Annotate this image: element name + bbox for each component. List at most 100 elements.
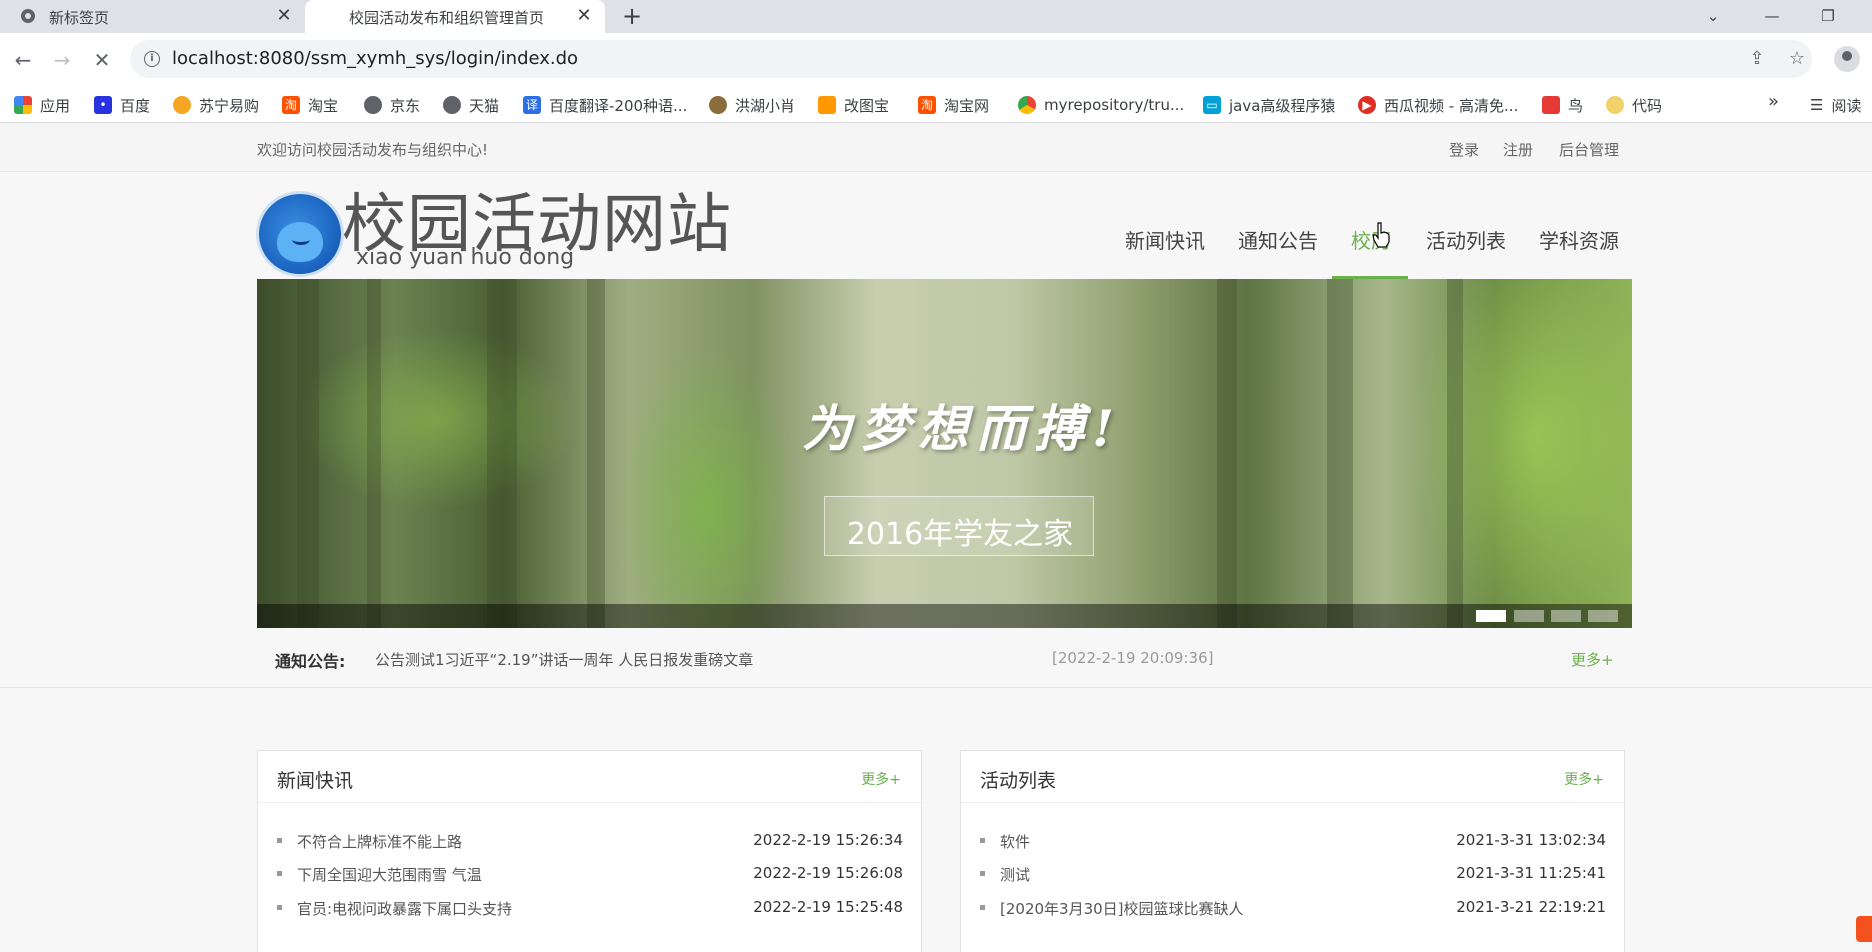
close-icon[interactable]: ✕ <box>573 5 595 27</box>
item-title[interactable]: 测试 <box>1000 864 1030 885</box>
carousel-dot-3[interactable] <box>1551 610 1581 622</box>
banner-carousel[interactable]: 为梦想而搏! 2016年学友之家 <box>257 279 1632 628</box>
nav-activities[interactable]: 活动列表 <box>1426 225 1506 254</box>
reading-list-button[interactable]: ☰ 阅读 <box>1810 91 1861 119</box>
item-date: 2022-2-19 15:26:34 <box>753 831 903 849</box>
bookmark-label: 百度 <box>120 96 151 115</box>
register-link[interactable]: 注册 <box>1503 139 1533 160</box>
carousel-dot-1[interactable] <box>1476 610 1506 622</box>
profile-avatar-icon[interactable] <box>1834 46 1860 72</box>
welcome-text: 欢迎访问校园活动发布与组织中心! <box>257 141 489 159</box>
list-item[interactable]: 测试 2021-3-31 11:25:41 <box>961 861 1624 889</box>
tab-title: 新标签页 <box>49 9 110 27</box>
globe-icon <box>364 96 382 114</box>
reading-list-label: 阅读 <box>1831 96 1862 115</box>
taobao-icon: 淘 <box>282 96 300 114</box>
bullet-icon <box>980 838 985 843</box>
bookmark-apps[interactable]: 应用 <box>14 91 70 119</box>
notice-label: 通知公告: <box>275 652 346 671</box>
bookmark-suning[interactable]: 苏宁易购 <box>173 91 259 119</box>
item-title[interactable]: 下周全国迎大范围雨雪 气温 <box>297 864 482 885</box>
bookmark-label: 代码 <box>1632 96 1663 115</box>
bookmark-tmall[interactable]: 天猫 <box>443 91 499 119</box>
bullet-icon <box>277 905 282 910</box>
tab-search-chevron-icon[interactable]: ⌄ <box>1698 3 1728 29</box>
bookmark-label: 鸟 <box>1568 96 1584 115</box>
gaitubao-icon <box>818 96 836 114</box>
bookmark-baidu[interactable]: • 百度 <box>94 91 150 119</box>
browser-tab-new-tab[interactable]: 新标签页 ✕ <box>0 0 305 33</box>
news-more-link[interactable]: 更多+ <box>861 769 901 789</box>
forward-arrow-icon[interactable]: → <box>49 47 75 73</box>
bird-icon <box>709 96 727 114</box>
back-arrow-icon[interactable]: ← <box>10 47 36 73</box>
bookmark-code[interactable]: 代码 <box>1606 91 1662 119</box>
activity-panel: 活动列表 更多+ 软件 2021-3-31 13:02:34 测试 2021-3… <box>960 750 1625 952</box>
bullet-icon <box>277 871 282 876</box>
carousel-dot-2[interactable] <box>1514 610 1544 622</box>
browser-tab-active[interactable]: 校园活动发布和组织管理首页 ✕ <box>305 0 605 33</box>
apps-grid-icon <box>14 96 32 114</box>
item-date: 2021-3-21 22:19:21 <box>1456 898 1606 916</box>
panel-title: 活动列表 <box>980 770 1057 792</box>
star-icon[interactable]: ☆ <box>1786 48 1808 70</box>
chrome-icon <box>21 9 35 23</box>
carousel-dot-4[interactable] <box>1588 610 1618 622</box>
site-topbar: 欢迎访问校园活动发布与组织中心! 登录 注册 后台管理 <box>0 124 1872 172</box>
notice-link[interactable]: 公告测试1习近平“2.19”讲话一周年 人民日报发重磅文章 <box>375 649 753 670</box>
close-icon[interactable]: ✕ <box>273 5 295 27</box>
address-bar[interactable]: i localhost:8080/ssm_xymh_sys/login/inde… <box>130 40 1812 78</box>
floating-side-badge-icon[interactable] <box>1856 916 1872 942</box>
nav-resources[interactable]: 学科资源 <box>1539 225 1619 254</box>
item-title[interactable]: 软件 <box>1000 831 1030 852</box>
bookmark-baidu-translate[interactable]: 译 百度翻译-200种语... <box>523 91 687 119</box>
login-link[interactable]: 登录 <box>1449 139 1479 160</box>
info-icon[interactable]: i <box>144 51 160 67</box>
school-logo-icon[interactable] <box>256 191 344 277</box>
bullet-icon <box>980 871 985 876</box>
share-icon[interactable]: ⇪ <box>1746 48 1768 70</box>
bookmark-taobao[interactable]: 淘 淘宝 <box>282 91 338 119</box>
bookmark-niao[interactable]: 鸟 <box>1542 91 1583 119</box>
bookmark-myrepository[interactable]: myrepository/tru... <box>1018 91 1184 119</box>
xigua-play-icon: ▶ <box>1358 96 1376 114</box>
bookmark-honghu[interactable]: 洪湖小肖 <box>709 91 795 119</box>
bookmark-java[interactable]: ▭ java高级程序猿 <box>1203 91 1335 119</box>
activity-more-link[interactable]: 更多+ <box>1564 769 1604 789</box>
bullet-icon <box>980 905 985 910</box>
suning-lion-icon <box>173 96 191 114</box>
bookmark-xigua[interactable]: ▶ 西瓜视频 - 高清免... <box>1358 91 1518 119</box>
item-title[interactable]: 官员:电视问政暴露下属口头支持 <box>297 898 512 919</box>
site-header: 校园活动网站 xiao yuan huo dong 新闻快讯 通知公告 校历 活… <box>0 173 1872 277</box>
item-title[interactable]: [2020年3月30日]校园篮球比赛缺人 <box>1000 898 1244 919</box>
bookmark-label: 京东 <box>390 96 421 115</box>
notice-more-link[interactable]: 更多+ <box>1571 649 1614 670</box>
bookmark-jd[interactable]: 京东 <box>364 91 420 119</box>
url-text[interactable]: localhost:8080/ssm_xymh_sys/login/index.… <box>172 48 578 69</box>
bookmark-label: 洪湖小肖 <box>735 96 796 115</box>
nav-notices[interactable]: 通知公告 <box>1238 225 1318 254</box>
restore-icon[interactable]: ❐ <box>1813 3 1843 29</box>
stop-loading-icon[interactable]: ✕ <box>89 47 115 73</box>
bookmark-gaitubao[interactable]: 改图宝 <box>818 91 889 119</box>
list-item[interactable]: 软件 2021-3-31 13:02:34 <box>961 828 1624 856</box>
admin-link[interactable]: 后台管理 <box>1559 139 1619 160</box>
bookmarks-more-chevron-icon[interactable]: » <box>1768 91 1779 112</box>
bookmark-label: 淘宝 <box>308 96 339 115</box>
nav-news[interactable]: 新闻快讯 <box>1125 225 1205 254</box>
code-leaf-icon <box>1606 96 1624 114</box>
minimize-icon[interactable]: — <box>1757 3 1787 29</box>
bird-red-icon <box>1542 96 1560 114</box>
bilibili-icon: ▭ <box>1203 96 1221 114</box>
list-item[interactable]: 不符合上牌标准不能上路 2022-2-19 15:26:34 <box>258 828 921 856</box>
item-title[interactable]: 不符合上牌标准不能上路 <box>297 831 462 852</box>
bookmark-taobaowang[interactable]: 淘 淘宝网 <box>918 91 989 119</box>
item-date: 2022-2-19 15:25:48 <box>753 898 903 916</box>
panel-header: 活动列表 更多+ <box>961 751 1624 803</box>
list-item[interactable]: [2020年3月30日]校园篮球比赛缺人 2021-3-21 22:19:21 <box>961 895 1624 923</box>
web-page: 欢迎访问校园活动发布与组织中心! 登录 注册 后台管理 校园活动网站 xiao … <box>0 124 1872 952</box>
list-item[interactable]: 官员:电视问政暴露下属口头支持 2022-2-19 15:25:48 <box>258 895 921 923</box>
list-item[interactable]: 下周全国迎大范围雨雪 气温 2022-2-19 15:26:08 <box>258 861 921 889</box>
new-tab-button[interactable]: + <box>619 3 645 29</box>
banner-slogan: 为梦想而搏! <box>802 399 1122 458</box>
